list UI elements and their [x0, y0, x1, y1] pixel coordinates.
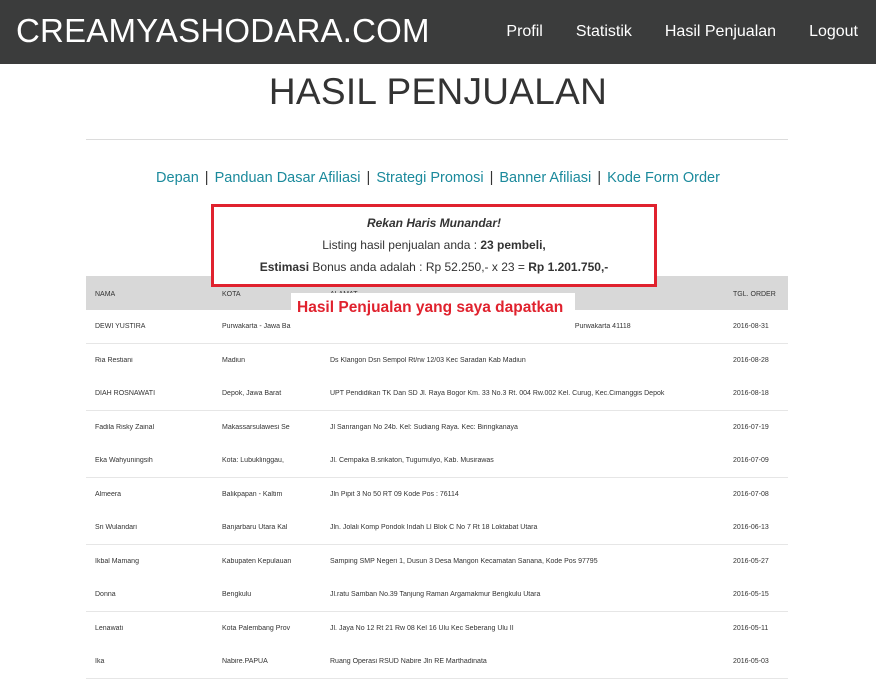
nav-link-hasil-penjualan[interactable]: Hasil Penjualan [665, 22, 776, 42]
site-brand[interactable]: CREAMYASHODARA.COM [16, 12, 430, 50]
bonus-total: Rp 1.201.750,- [528, 260, 609, 274]
table-row: Eka Wahyuningsih Kota: Lubuklinggau, Jl. C… [86, 444, 788, 478]
cell-nama: DEWI YUSTIRA [95, 323, 146, 330]
table-row: Ria Restiani Madiun Ds Klangon Dsn Sempol … [86, 343, 788, 378]
table-row: Lenawati Kota Palembang Prov Jl. Jaya No 1… [86, 611, 788, 646]
affiliate-links: Depan | Panduan Dasar Afiliasi | Strateg… [0, 169, 876, 187]
cell-tgl-order: 2016-05-15 [733, 591, 769, 598]
annotation-text: Hasil Penjualan yang saya dapatkan [297, 299, 564, 316]
sales-table: NAMA KOTA ALAMAT TGL. ORDER DEWI YUSTIRA… [86, 276, 788, 683]
cell-kota: Depok, Jawa Barat [222, 390, 282, 397]
link-kode-form-order[interactable]: Kode Form Order [607, 170, 720, 186]
cell-tgl-order: 2016-05-03 [733, 658, 769, 665]
cell-tgl-order: 2016-08-28 [733, 356, 769, 364]
bonus-text: Bonus anda adalah : Rp 52.250,- x 23 = [309, 260, 529, 274]
summary-greeting: Rekan Haris Munandar! [366, 216, 502, 230]
estimasi-label: Estimasi [259, 260, 310, 274]
cell-nama: Ikbal Mamang [95, 557, 139, 565]
cell-tgl-order: 2016-06-13 [733, 524, 769, 531]
cell-alamat: Jl Sanrangan No 24b. Kel: Sudiang Raya. … [330, 423, 518, 431]
cell-alamat: Jln. Jolali Komp Pondok Indah Ll Blok C … [330, 524, 538, 531]
sales-summary-box: Rekan Haris Munandar! Listing hasil penj… [211, 204, 657, 287]
table-row: Ika Nabire.PAPUA Ruang Operasi RSUD Nabire… [86, 645, 788, 679]
link-separator: | [489, 170, 494, 186]
header-tgl-order[interactable]: TGL. ORDER [733, 291, 788, 298]
cell-tgl-order: 2016-07-09 [733, 457, 769, 464]
cell-tgl-order: 2016-07-08 [733, 490, 769, 498]
cell-alamat: Samping SMP Negeri 1, Dusun 3 Desa Mango… [330, 557, 598, 565]
nav-menu: Profil Statistik Hasil Penjualan Logout [473, 0, 858, 64]
cell-kota: Nabire.PAPUA [222, 658, 268, 665]
cell-nama: Eka Wahyuningsih [95, 457, 153, 464]
listing-count: 23 pembeli, [480, 238, 546, 252]
cell-tgl-order: 2016-05-11 [733, 624, 769, 632]
nav-link-logout[interactable]: Logout [809, 22, 858, 42]
cell-nama: Almeera [95, 490, 122, 498]
nav-link-profil[interactable]: Profil [506, 22, 542, 42]
table-row: Sri Wulandari Banjarbaru Utara Kal Jln. Jo… [86, 511, 788, 545]
cell-kota: Kota: Lubuklinggau, [222, 457, 284, 464]
cell-kota: Balikpapan - Kaltim [222, 490, 283, 498]
link-separator: | [204, 170, 209, 186]
cell-kota: Banjarbaru Utara Kal [222, 524, 288, 531]
table-row: DIAH ROSNAWATI Depok, Jawa Barat UPT Pendi… [86, 377, 788, 411]
cell-kota: Kota Palembang Prov [222, 624, 291, 632]
cell-alamat: Jl. Jaya No 12 Rt 21 Rw 08 Kel 16 Ulu Ke… [330, 624, 514, 632]
cell-nama: Sri Wulandari [95, 524, 137, 531]
cell-tgl-order: 2016-08-18 [733, 390, 769, 397]
cell-kota: Kabupaten Kepulauan [222, 557, 292, 565]
cell-alamat: Jl. Cempaka B.srikaton, Tugumulyo, Kab. … [330, 457, 494, 464]
cell-nama: Ika [95, 658, 105, 665]
header-nama[interactable]: NAMA [95, 291, 215, 298]
top-navbar: CREAMYASHODARA.COM Profil Statistik Hasi… [0, 0, 876, 64]
cell-alamat: Jln Pipit 3 No 50 RT 09 Kode Pos : 76114 [330, 490, 459, 498]
link-panduan-dasar-afiliasi[interactable]: Panduan Dasar Afiliasi [215, 170, 361, 186]
table-row: Donna Bengkulu Jl.ratu Samban No.39 Tanjun… [86, 578, 788, 612]
nav-link-statistik[interactable]: Statistik [576, 22, 632, 42]
link-strategi-promosi[interactable]: Strategi Promosi [376, 170, 483, 186]
cell-tgl-order: 2016-07-19 [733, 423, 769, 431]
cell-nama: Ria Restiani [95, 356, 133, 364]
cell-nama: DIAH ROSNAWATI [95, 390, 156, 397]
annotation-label: Hasil Penjualan yang saya dapatkan [291, 293, 575, 323]
cell-alamat: Jl.ratu Samban No.39 Tanjung Raman Argam… [330, 591, 541, 598]
cell-tgl-order: 2016-05-27 [733, 557, 769, 565]
table-row: Almeera Balikpapan - Kaltim Jln Pipit 3 No… [86, 477, 788, 512]
annotation-mask [291, 323, 575, 332]
title-divider [86, 139, 788, 140]
link-separator: | [597, 170, 602, 186]
link-depan[interactable]: Depan [156, 170, 199, 186]
table-row: Ikbal Mamang Kabupaten Kepulauan Samping S… [86, 544, 788, 579]
cell-nama: Lenawati [95, 624, 124, 632]
cell-alamat: Ds Klangon Dsn Sempol Rt/rw 12/03 Kec Sa… [330, 356, 526, 364]
link-banner-afiliasi[interactable]: Banner Afiliasi [499, 170, 591, 186]
listing-prefix: Listing hasil penjualan anda : [322, 238, 481, 252]
cell-kota: Bengkulu [222, 591, 252, 598]
summary-bonus: Estimasi Bonus anda adalah : Rp 52.250,-… [214, 260, 654, 274]
cell-kota: Makassarsulawesi Se [222, 423, 290, 431]
cell-nama: Donna [95, 591, 116, 598]
table-row: Fadila Risky Zainal Makassarsulawesi Se Jl… [86, 410, 788, 445]
summary-listing: Listing hasil penjualan anda : 23 pembel… [214, 238, 654, 252]
cell-kota: Madiun [222, 356, 245, 364]
cell-alamat: h Purwakarta 41118 [569, 323, 631, 330]
page-title: HASIL PENJUALAN [268, 71, 608, 112]
cell-alamat: Ruang Operasi RSUD Nabire Jln RE Marthad… [330, 658, 487, 665]
cell-tgl-order: 2016-08-31 [733, 323, 769, 330]
cell-nama: Fadila Risky Zainal [95, 423, 155, 431]
cell-alamat: UPT Pendidikan TK Dan SD Jl. Raya Bogor … [330, 390, 665, 397]
link-separator: | [366, 170, 371, 186]
